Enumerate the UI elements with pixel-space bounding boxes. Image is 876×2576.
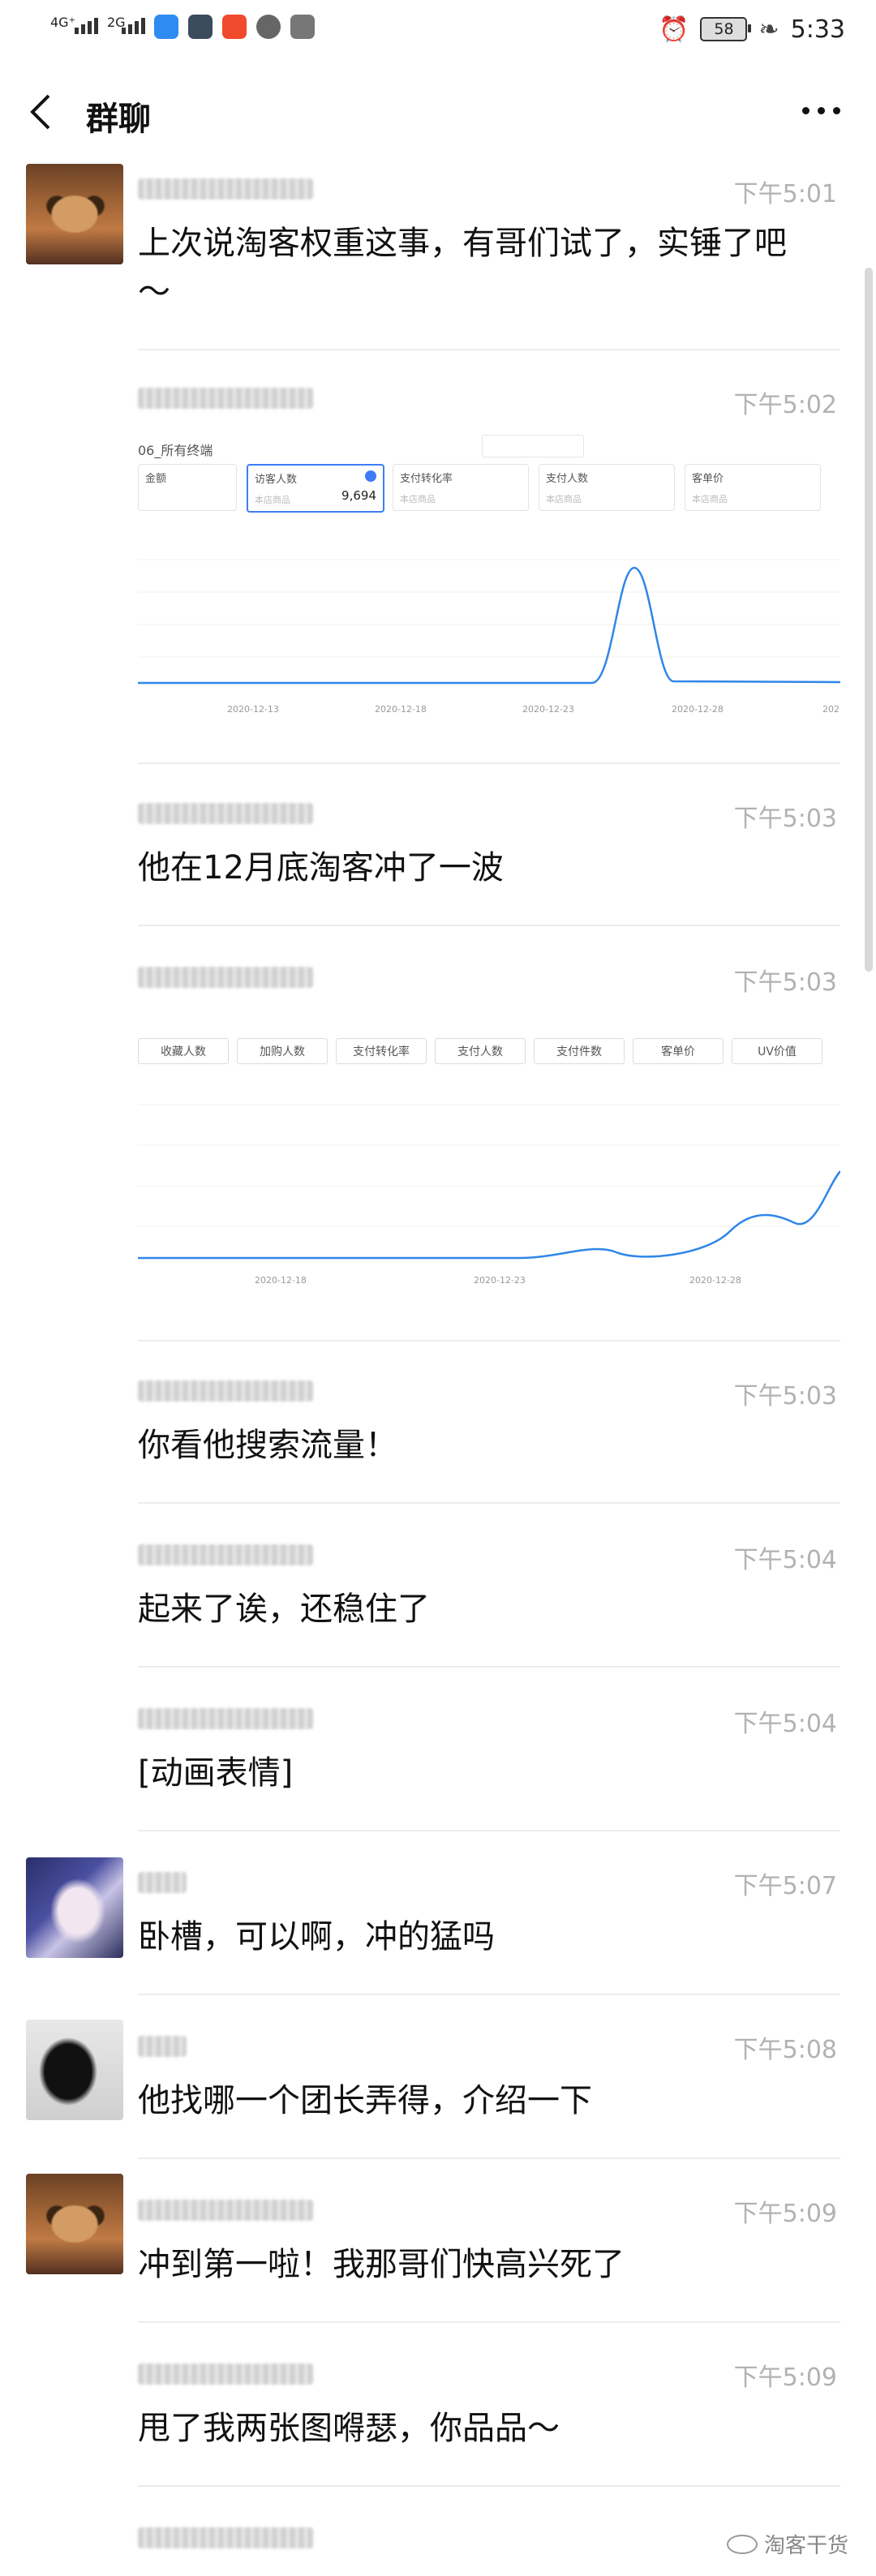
network-type-1: 4G⁺ (50, 15, 76, 30)
status-bar: 4G⁺ 2G ⏰ 58 ❧ 5:33 (0, 0, 876, 60)
avatar[interactable] (26, 1857, 123, 1958)
scrollbar[interactable] (865, 268, 873, 972)
message-text[interactable]: 起来了诶，还稳住了 (138, 1585, 811, 1634)
battery-icon: 58 (700, 17, 752, 41)
metric-tab[interactable]: 支付件数 (534, 1038, 625, 1064)
avatar[interactable] (26, 2174, 123, 2274)
metric-card[interactable]: 客单价 本店商品 (685, 464, 821, 511)
message-time: 下午5:03 (733, 1382, 837, 1410)
divider (138, 1994, 840, 1995)
message-text[interactable]: 甩了我两张图嘚瑟，你品品～ (138, 2404, 811, 2453)
x-tick: 202 (822, 704, 840, 715)
divider (138, 1666, 840, 1668)
message-text[interactable]: 上次说淘客权重这事，有哥们试了，实锤了吧～ (138, 219, 811, 316)
message-time: 下午5:01 (733, 180, 837, 208)
chart-image-1[interactable]: 06_所有终端 金额 访客人数 本店商品 9,694 支付转化率 本店商品 支付… (138, 430, 840, 725)
clock: 5:33 (790, 15, 845, 44)
message-time: 下午5:04 (733, 1546, 837, 1574)
back-arrow-icon[interactable] (26, 92, 55, 131)
message-text[interactable]: [动画表情] (138, 1749, 811, 1797)
message-text[interactable]: 他在12月底淘客冲了一波 (138, 844, 811, 892)
metric-tab[interactable]: 加购人数 (237, 1038, 328, 1064)
message-text[interactable]: 冲到第一啦！我那哥们快高兴死了 (138, 2240, 811, 2289)
x-tick: 2020-12-23 (474, 1275, 526, 1286)
divider (138, 2157, 840, 2159)
x-tick: 2020-12-18 (255, 1275, 307, 1286)
app-notification-icon (154, 15, 178, 39)
search-traffic-trend-line (138, 1170, 840, 1260)
message-time: 下午5:09 (733, 2363, 837, 2392)
message-time: 下午5:03 (733, 968, 837, 997)
nav-bar: 群聊 (0, 68, 876, 162)
x-tick: 2020-12-23 (522, 704, 574, 715)
add-metric-button[interactable] (482, 435, 584, 457)
message-time: 下午5:02 (733, 391, 837, 419)
divider (138, 1340, 840, 1342)
sender-name-blurred (138, 388, 313, 409)
divider (138, 349, 840, 350)
sender-name-blurred (138, 967, 313, 988)
chat-title: 群聊 (86, 101, 151, 138)
sender-name-blurred (138, 1380, 313, 1402)
x-tick: 2020-12-13 (227, 704, 279, 715)
robot-icon (290, 15, 315, 39)
metric-card[interactable]: 金额 (138, 464, 237, 511)
divider (138, 2321, 840, 2323)
x-tick: 2020-12-18 (375, 704, 427, 715)
divider (138, 1830, 840, 1831)
avatar[interactable] (26, 2020, 123, 2120)
metric-card[interactable]: 支付人数 本店商品 (539, 464, 675, 511)
music-icon (256, 15, 281, 39)
sender-name-blurred (138, 803, 313, 824)
alarm-icon: ⏰ (659, 15, 689, 44)
sender-name-blurred (138, 1708, 313, 1729)
sender-name-blurred (138, 1544, 313, 1565)
metric-tab[interactable]: UV价值 (732, 1038, 822, 1064)
sender-name-blurred (138, 2036, 187, 2057)
more-options-icon[interactable] (802, 107, 840, 114)
watermark: 淘客干货 (726, 2529, 848, 2559)
message-text[interactable]: 你看他搜索流量！ (138, 1421, 811, 1470)
metric-tab[interactable]: 客单价 (633, 1038, 724, 1064)
battery-saver-icon: ❧ (758, 15, 779, 44)
message-time: 下午5:03 (733, 805, 837, 833)
game-notification-icon (222, 15, 247, 39)
divider (138, 2485, 840, 2487)
shield-icon (188, 15, 213, 39)
message-text[interactable]: 他找哪一个团长弄得，介绍一下 (138, 2076, 811, 2125)
trend-chart-2 (138, 1104, 840, 1260)
x-tick: 2020-12-28 (672, 704, 724, 715)
sender-name-blurred (138, 1872, 187, 1893)
message-text[interactable]: 卧槽，可以啊，冲的猛吗 (138, 1913, 811, 1961)
visitors-trend-line (138, 566, 840, 685)
message-time: 下午5:04 (733, 1710, 837, 1738)
check-icon (365, 470, 376, 482)
message-time: 下午5:08 (733, 2036, 837, 2064)
sender-name-blurred (138, 2200, 313, 2221)
metric-card[interactable]: 支付转化率 本店商品 (393, 464, 529, 511)
divider (138, 925, 840, 926)
signal-icon-2 (122, 18, 145, 34)
status-right: ⏰ 58 ❧ 5:33 (659, 11, 845, 47)
divider (138, 762, 840, 764)
trend-chart-1 (138, 559, 840, 685)
x-tick: 2020-12-28 (689, 1275, 741, 1286)
sender-name-blurred (138, 178, 313, 200)
signal-icon (75, 18, 98, 34)
message-time: 下午5:09 (733, 2200, 837, 2228)
divider (138, 1502, 840, 1504)
battery-level: 58 (714, 20, 734, 38)
avatar[interactable] (26, 164, 123, 264)
metric-tab[interactable]: 支付转化率 (336, 1038, 427, 1064)
wechat-official-account-icon (726, 2534, 758, 2554)
chart-image-2[interactable]: 收藏人数 加购人数 支付转化率 支付人数 支付件数 客单价 UV价值 2020-… (138, 1030, 840, 1306)
metric-tab[interactable]: 收藏人数 (138, 1038, 229, 1064)
message-time: 下午5:07 (733, 1872, 837, 1900)
chart-scope-label: 06_所有终端 (138, 443, 213, 458)
sender-name-blurred (138, 2527, 313, 2548)
sender-name-blurred (138, 2363, 313, 2385)
metric-card-selected[interactable]: 访客人数 本店商品 9,694 (247, 464, 384, 513)
metric-tab[interactable]: 支付人数 (435, 1038, 526, 1064)
